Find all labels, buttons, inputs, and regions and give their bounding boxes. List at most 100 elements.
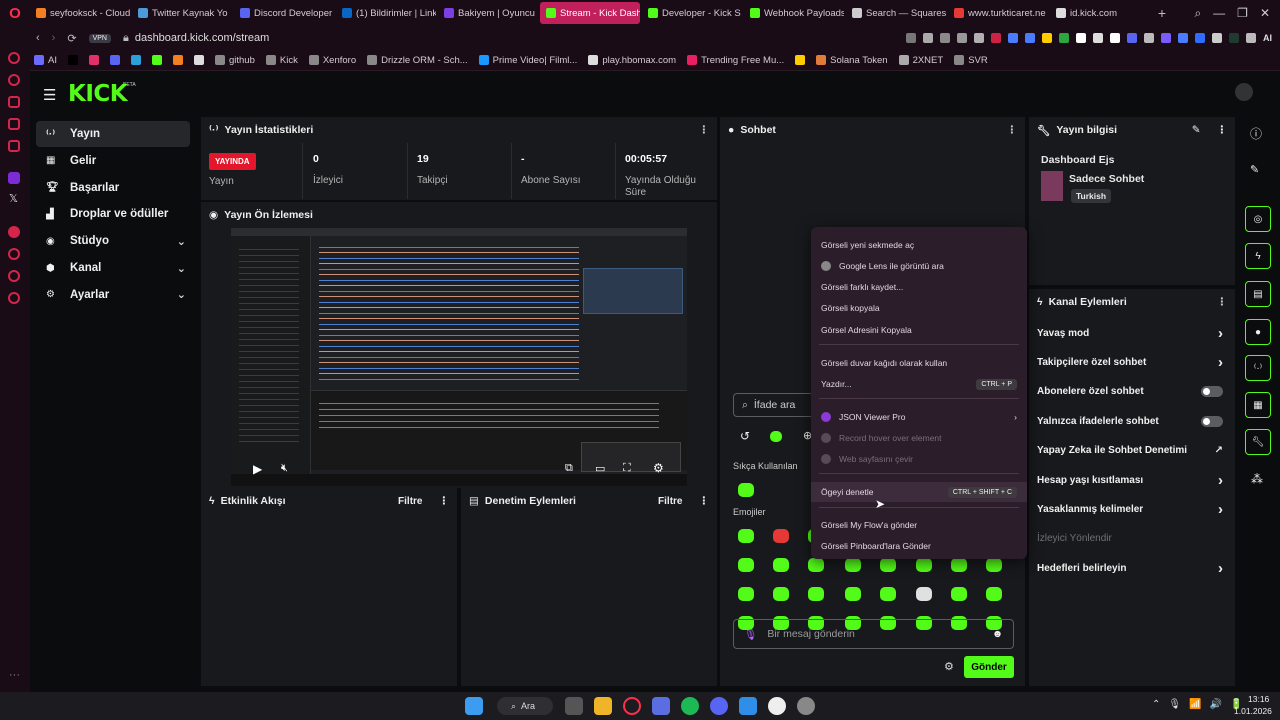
emote[interactable] xyxy=(986,558,1002,572)
browser-tab[interactable]: id.kick.com xyxy=(1050,2,1150,24)
reload-button[interactable]: ⟳ xyxy=(67,32,76,45)
opera-sidebar-icon[interactable] xyxy=(8,74,20,86)
camera-icon[interactable]: ◎ xyxy=(1245,206,1271,232)
context-menu-item[interactable]: Yazdır... CTRL + P xyxy=(811,374,1027,394)
more-icon[interactable]: ··· xyxy=(9,669,20,681)
chevron-down-icon[interactable]: ⌄ xyxy=(177,288,186,301)
extension-icon[interactable] xyxy=(1178,33,1188,43)
extension-icon[interactable] xyxy=(1059,33,1069,43)
emote[interactable] xyxy=(808,587,824,601)
sidebar-item[interactable]: ⚙ Ayarlar ⌄ xyxy=(36,282,190,308)
opera-sidebar-icon[interactable] xyxy=(8,292,20,304)
extension-icon[interactable] xyxy=(957,33,967,43)
more-options-icon[interactable]: ⋮ xyxy=(699,124,710,136)
bookmark-item[interactable]: Solana Token xyxy=(816,55,888,66)
channel-action-item[interactable]: Yalnızca ifadelerle sohbet xyxy=(1037,410,1223,432)
layout-icon[interactable]: ▦ xyxy=(1245,392,1271,418)
vpn-badge[interactable]: VPN xyxy=(88,33,111,43)
kick-logo[interactable]: KICK xyxy=(68,81,128,107)
bookmark-item[interactable] xyxy=(88,55,99,65)
bookmark-item[interactable]: Prime Video| Filml... xyxy=(478,55,577,66)
twitch-icon[interactable] xyxy=(8,172,20,184)
toggle-switch[interactable] xyxy=(1201,415,1223,427)
chevron-right-icon[interactable]: › xyxy=(1218,325,1223,342)
chat-icon[interactable]: ● xyxy=(1245,319,1271,345)
file-explorer-icon[interactable] xyxy=(594,697,612,715)
broadcast-icon[interactable]: ⁽·⁾ xyxy=(1245,355,1271,381)
bookmark-item[interactable] xyxy=(151,55,162,65)
bookmark-item[interactable]: github xyxy=(214,55,255,66)
minimize-button[interactable]: — xyxy=(1213,6,1225,21)
opera-sidebar-icon[interactable] xyxy=(8,226,20,238)
avatar[interactable] xyxy=(1235,83,1253,101)
x-icon[interactable]: 𝕏 xyxy=(9,192,18,205)
toggle-switch[interactable] xyxy=(1201,386,1223,398)
opera-icon[interactable] xyxy=(623,697,641,715)
ai-button[interactable]: AI xyxy=(1263,33,1272,43)
opera-logo-icon[interactable]: O xyxy=(0,0,30,26)
extension-icon[interactable] xyxy=(1076,33,1086,43)
extension-icon[interactable] xyxy=(1212,33,1222,43)
extension-icon[interactable] xyxy=(1093,33,1103,43)
extension-icon[interactable] xyxy=(1042,33,1052,43)
send-button[interactable]: Gönder xyxy=(964,656,1014,678)
edit-icon[interactable]: ✎ xyxy=(1250,163,1259,176)
channel-action-item[interactable]: Takipçilere özel sohbet › xyxy=(1037,351,1223,373)
context-menu-item[interactable]: Görseli yeni sekmede aç xyxy=(811,235,1027,255)
emote[interactable] xyxy=(773,558,789,572)
emote[interactable] xyxy=(738,558,754,572)
spotify-icon[interactable] xyxy=(681,697,699,715)
bookmark-item[interactable]: AI xyxy=(34,55,57,66)
emote[interactable] xyxy=(951,558,967,572)
lightning-icon[interactable]: ϟ xyxy=(1245,243,1271,269)
extension-icon[interactable] xyxy=(1127,33,1137,43)
more-options-icon[interactable]: ⋮ xyxy=(699,495,710,507)
opera-sidebar-icon[interactable] xyxy=(8,96,20,108)
browser-tab[interactable]: Stream - Kick Dashboard xyxy=(540,2,640,24)
external-link-icon[interactable]: ↗ xyxy=(1215,445,1223,456)
emote[interactable] xyxy=(738,483,754,497)
extension-icon[interactable] xyxy=(1161,33,1171,43)
emote[interactable] xyxy=(916,587,932,601)
context-menu-item[interactable]: Görseli kopyala xyxy=(811,298,1027,318)
bookmark-item[interactable] xyxy=(172,55,183,65)
filter-button[interactable]: Filtre xyxy=(398,496,422,507)
chevron-right-icon[interactable]: › xyxy=(1218,354,1223,371)
back-button[interactable]: ‹ xyxy=(36,32,40,44)
taskbar-search[interactable]: ⌕ Ara xyxy=(497,697,553,715)
channel-action-item[interactable]: Hedefleri belirleyin › xyxy=(1037,557,1223,579)
microphone-icon[interactable]: 🎙︎ xyxy=(744,628,757,641)
emote[interactable] xyxy=(916,558,932,572)
chevron-right-icon[interactable]: › xyxy=(1218,560,1223,577)
wrench-icon[interactable]: 🔧︎ xyxy=(1245,429,1271,455)
app-icon[interactable] xyxy=(797,697,815,715)
channel-action-item[interactable]: Yavaş mod › xyxy=(1037,322,1223,344)
gear-icon[interactable]: ⚙ xyxy=(653,461,664,475)
bookmark-item[interactable]: Xenforo xyxy=(308,55,356,66)
theater-icon[interactable]: ▭ xyxy=(595,462,605,475)
emoji-picker-icon[interactable]: ☻ xyxy=(992,628,1003,640)
emote[interactable] xyxy=(773,587,789,601)
url-field[interactable]: dashboard.kick.com/stream xyxy=(135,32,270,44)
maximize-button[interactable]: ❐ xyxy=(1237,6,1248,21)
context-menu-item[interactable]: Görseli Pinboard'lara Gönder xyxy=(811,536,1027,556)
opera-sidebar-icon[interactable] xyxy=(8,52,20,64)
context-menu-item[interactable]: Görseli My Flow'a gönder xyxy=(811,515,1027,535)
mute-icon[interactable]: 🔇︎ xyxy=(281,462,288,475)
bookmark-item[interactable]: Trending Free Mu... xyxy=(687,55,784,66)
emote[interactable] xyxy=(845,558,861,572)
context-menu-item[interactable]: Görsel Adresini Kopyala xyxy=(811,320,1027,340)
bookmark-item[interactable] xyxy=(130,55,141,65)
chevron-right-icon[interactable]: › xyxy=(1218,501,1223,518)
community-icon[interactable]: ⁂ xyxy=(1251,472,1263,486)
channel-action-item[interactable]: Hesap yaşı kısıtlaması › xyxy=(1037,469,1223,491)
extension-icon[interactable] xyxy=(1246,33,1256,43)
context-menu-item[interactable]: Görseli farklı kaydet... xyxy=(811,277,1027,297)
close-window-button[interactable]: ✕ xyxy=(1260,6,1270,21)
task-view-icon[interactable] xyxy=(565,697,583,715)
chevron-down-icon[interactable]: ⌄ xyxy=(177,235,186,248)
browser-tab[interactable]: (1) Bildirimler | Link xyxy=(336,2,436,24)
emote[interactable] xyxy=(951,587,967,601)
emote[interactable] xyxy=(773,529,789,543)
bookmark-item[interactable]: play.hbomax.com xyxy=(588,55,676,66)
